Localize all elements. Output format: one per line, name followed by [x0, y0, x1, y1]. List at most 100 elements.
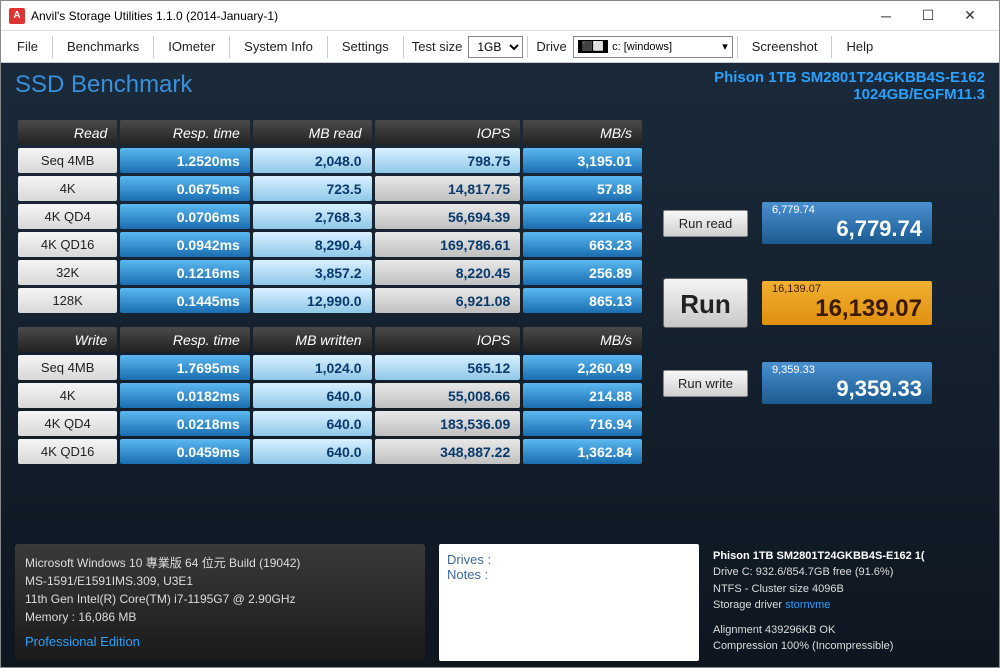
row-label: Seq 4MB — [18, 148, 117, 173]
table-row: Seq 4MB 1.2520ms 2,048.0 798.75 3,195.01 — [18, 148, 642, 173]
cell-resp: 0.1216ms — [120, 260, 250, 285]
cell-mb: 8,290.4 — [253, 232, 372, 257]
write-table: Write Resp. time MB written IOPS MB/s Se… — [15, 324, 645, 467]
row-label: 4K — [18, 176, 117, 201]
table-row: 4K 0.0675ms 723.5 14,817.75 57.88 — [18, 176, 642, 201]
cell-iops: 56,694.39 — [375, 204, 521, 229]
maximize-button[interactable]: ☐ — [907, 2, 949, 30]
row-label: 4K — [18, 383, 117, 408]
cell-iops: 8,220.45 — [375, 260, 521, 285]
drive-label: Drive — [532, 39, 570, 54]
cell-mb: 2,048.0 — [253, 148, 372, 173]
drive-icon: ⬛⬜ — [578, 40, 608, 53]
col-mbread: MB read — [253, 120, 372, 145]
cell-mbs: 716.94 — [523, 411, 642, 436]
drive-select[interactable]: ⬛⬜c: [windows]▾ — [573, 36, 733, 58]
edition-label: Professional Edition — [25, 632, 415, 652]
table-row: 4K QD4 0.0218ms 640.0 183,536.09 716.94 — [18, 411, 642, 436]
notes-box[interactable]: Drives : Notes : — [439, 544, 699, 662]
window-title: Anvil's Storage Utilities 1.1.0 (2014-Ja… — [31, 9, 278, 23]
row-label: 4K QD16 — [18, 439, 117, 464]
cell-mb: 1,024.0 — [253, 355, 372, 380]
minimize-button[interactable]: ─ — [865, 2, 907, 30]
cell-mbs: 214.88 — [523, 383, 642, 408]
row-label: 32K — [18, 260, 117, 285]
read-score: 6,779.74 6,779.74 — [762, 202, 932, 244]
table-row: 4K QD16 0.0459ms 640.0 348,887.22 1,362.… — [18, 439, 642, 464]
cell-mbs: 3,195.01 — [523, 148, 642, 173]
menu-system-info[interactable]: System Info — [234, 35, 323, 58]
table-row: 128K 0.1445ms 12,990.0 6,921.08 865.13 — [18, 288, 642, 313]
table-row: 4K QD16 0.0942ms 8,290.4 169,786.61 663.… — [18, 232, 642, 257]
cell-mbs: 256.89 — [523, 260, 642, 285]
read-table: Read Resp. time MB read IOPS MB/s Seq 4M… — [15, 117, 645, 316]
cell-resp: 0.0218ms — [120, 411, 250, 436]
cell-mb: 640.0 — [253, 383, 372, 408]
col-mbwritten: MB written — [253, 327, 372, 352]
row-label: 128K — [18, 288, 117, 313]
run-read-button[interactable]: Run read — [663, 210, 748, 237]
row-label: 4K QD4 — [18, 411, 117, 436]
drive-info-box: Phison 1TB SM2801T24GKBB4S-E162 1( Drive… — [713, 544, 925, 662]
menu-file[interactable]: File — [7, 35, 48, 58]
cell-resp: 1.7695ms — [120, 355, 250, 380]
test-size-select[interactable]: 1GB — [468, 36, 523, 58]
col-write: Write — [18, 327, 117, 352]
menu-bar: File Benchmarks IOmeter System Info Sett… — [1, 31, 999, 63]
cell-iops: 183,536.09 — [375, 411, 521, 436]
cell-iops: 565.12 — [375, 355, 521, 380]
cell-iops: 14,817.75 — [375, 176, 521, 201]
table-row: 4K QD4 0.0706ms 2,768.3 56,694.39 221.46 — [18, 204, 642, 229]
table-row: 4K 0.0182ms 640.0 55,008.66 214.88 — [18, 383, 642, 408]
menu-help[interactable]: Help — [836, 35, 883, 58]
title-bar: A Anvil's Storage Utilities 1.1.0 (2014-… — [1, 1, 999, 31]
run-button[interactable]: Run — [663, 278, 748, 328]
cell-resp: 0.0182ms — [120, 383, 250, 408]
cell-iops: 6,921.08 — [375, 288, 521, 313]
total-score: 16,139.07 16,139.07 — [762, 281, 932, 325]
cell-mb: 12,990.0 — [253, 288, 372, 313]
cell-mbs: 865.13 — [523, 288, 642, 313]
menu-settings[interactable]: Settings — [332, 35, 399, 58]
footer: Microsoft Windows 10 專業版 64 位元 Build (19… — [15, 544, 985, 662]
write-score: 9,359.33 9,359.33 — [762, 362, 932, 404]
cell-iops: 169,786.61 — [375, 232, 521, 257]
menu-iometer[interactable]: IOmeter — [158, 35, 225, 58]
col-iops: IOPS — [375, 120, 521, 145]
cell-resp: 0.0706ms — [120, 204, 250, 229]
cell-mb: 640.0 — [253, 411, 372, 436]
cell-mbs: 2,260.49 — [523, 355, 642, 380]
table-row: Seq 4MB 1.7695ms 1,024.0 565.12 2,260.49 — [18, 355, 642, 380]
cell-mbs: 57.88 — [523, 176, 642, 201]
cell-iops: 348,887.22 — [375, 439, 521, 464]
menu-screenshot[interactable]: Screenshot — [742, 35, 828, 58]
cell-mbs: 663.23 — [523, 232, 642, 257]
cell-iops: 55,008.66 — [375, 383, 521, 408]
run-write-button[interactable]: Run write — [663, 370, 748, 397]
cell-resp: 0.0675ms — [120, 176, 250, 201]
col-mbs: MB/s — [523, 120, 642, 145]
row-label: 4K QD16 — [18, 232, 117, 257]
cell-mb: 2,768.3 — [253, 204, 372, 229]
cell-resp: 0.0942ms — [120, 232, 250, 257]
table-row: 32K 0.1216ms 3,857.2 8,220.45 256.89 — [18, 260, 642, 285]
main-panel: SSD Benchmark Phison 1TB SM2801T24GKBB4S… — [1, 63, 999, 667]
cell-mbs: 221.46 — [523, 204, 642, 229]
cell-mb: 723.5 — [253, 176, 372, 201]
menu-benchmarks[interactable]: Benchmarks — [57, 35, 149, 58]
side-panel: Run read 6,779.74 6,779.74 Run 16,139.07… — [659, 117, 985, 467]
row-label: Seq 4MB — [18, 355, 117, 380]
cell-mbs: 1,362.84 — [523, 439, 642, 464]
close-button[interactable]: ✕ — [949, 2, 991, 30]
col-read: Read — [18, 120, 117, 145]
cell-resp: 0.0459ms — [120, 439, 250, 464]
col-resp: Resp. time — [120, 120, 250, 145]
cell-mb: 3,857.2 — [253, 260, 372, 285]
system-info-box: Microsoft Windows 10 專業版 64 位元 Build (19… — [15, 544, 425, 662]
test-size-label: Test size — [408, 39, 467, 54]
cell-resp: 1.2520ms — [120, 148, 250, 173]
cell-mb: 640.0 — [253, 439, 372, 464]
device-info: Phison 1TB SM2801T24GKBB4S-E162 1024GB/E… — [714, 69, 985, 103]
app-icon: A — [9, 8, 25, 24]
cell-iops: 798.75 — [375, 148, 521, 173]
